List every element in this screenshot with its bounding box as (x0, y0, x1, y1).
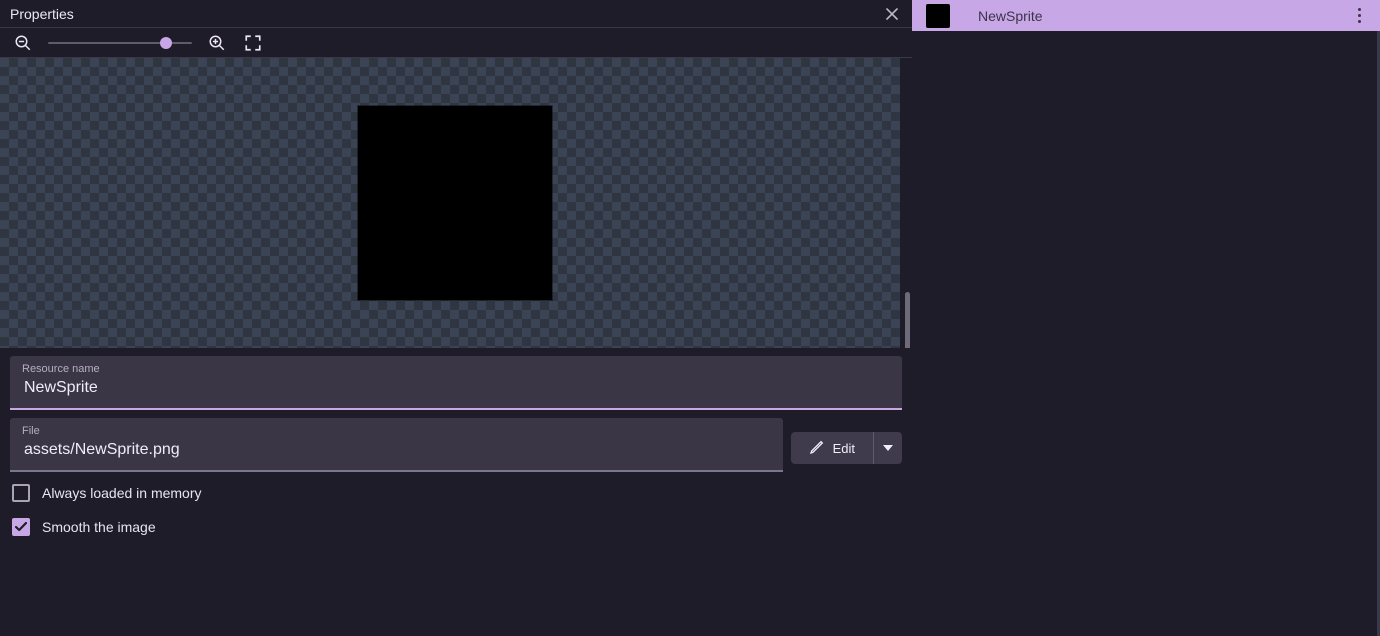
zoom-slider[interactable] (48, 33, 192, 53)
properties-header: Properties (0, 0, 912, 28)
always-loaded-checkbox[interactable] (12, 484, 30, 502)
always-loaded-row[interactable]: Always loaded in memory (10, 480, 902, 506)
sprite-image (358, 106, 552, 300)
smooth-label: Smooth the image (42, 519, 156, 535)
always-loaded-label: Always loaded in memory (42, 485, 202, 501)
smooth-checkbox[interactable] (12, 518, 30, 536)
file-label: File (22, 424, 771, 438)
properties-panel: Properties (0, 0, 912, 636)
file-input[interactable] (22, 438, 771, 462)
form-area: Resource name File Edit (0, 348, 912, 550)
sprite-preview[interactable] (0, 58, 912, 348)
close-icon[interactable] (882, 4, 902, 24)
fit-screen-icon[interactable] (242, 32, 264, 54)
inspector-panel: NewSprite (912, 0, 1380, 636)
sprite-thumbnail (926, 4, 950, 28)
edit-button-group: Edit (791, 432, 902, 464)
pencil-icon (809, 439, 825, 458)
resource-name-field[interactable]: Resource name (10, 356, 902, 410)
inspector-header: NewSprite (912, 0, 1380, 31)
resource-name-label: Resource name (22, 362, 890, 376)
zoom-slider-thumb[interactable] (160, 37, 172, 49)
properties-title: Properties (10, 6, 882, 22)
inspector-sprite-name: NewSprite (978, 8, 1043, 24)
file-row: File Edit (10, 418, 902, 472)
app-root: Properties (0, 0, 1380, 636)
smooth-row[interactable]: Smooth the image (10, 514, 902, 540)
zoom-in-icon[interactable] (206, 32, 228, 54)
preview-scrollbar[interactable] (905, 292, 910, 348)
edit-button[interactable]: Edit (791, 432, 874, 464)
edit-dropdown[interactable] (874, 432, 902, 464)
edit-button-label: Edit (833, 441, 855, 456)
kebab-menu-icon[interactable] (1350, 5, 1368, 27)
preview-toolbar (0, 28, 912, 58)
resource-name-input[interactable] (22, 376, 890, 400)
file-field[interactable]: File (10, 418, 783, 472)
zoom-out-icon[interactable] (12, 32, 34, 54)
